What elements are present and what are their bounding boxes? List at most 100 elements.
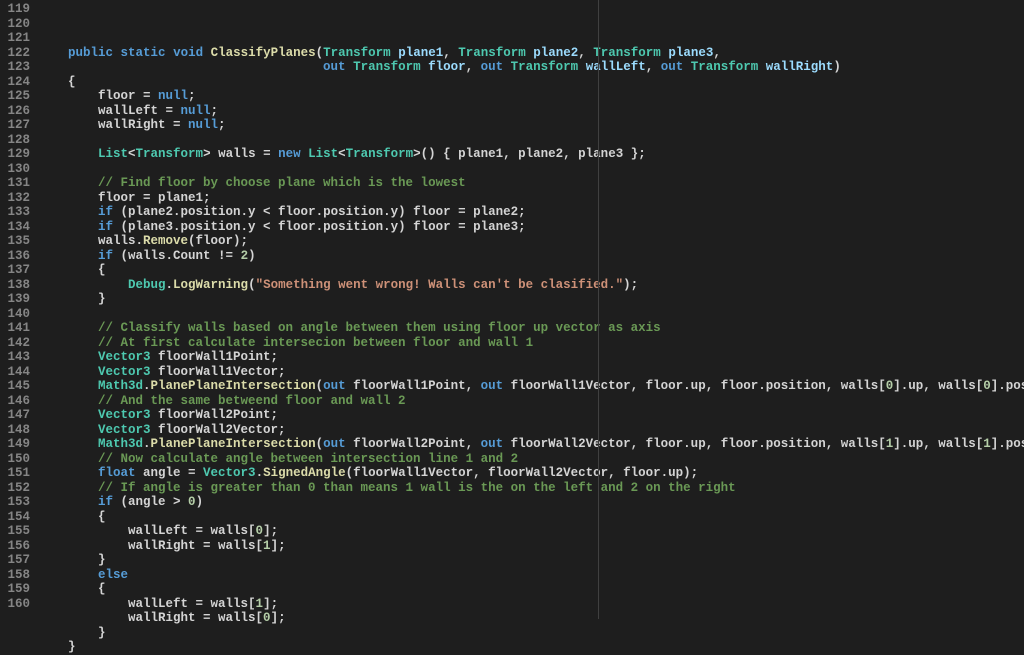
token-id: floorWall2Point; [151,408,279,422]
line-number: 136 [4,249,30,264]
code-line[interactable]: } [38,553,1024,568]
token-kw: if [98,205,113,219]
token-pun: ; [188,89,196,103]
code-line[interactable]: // And the same betweend floor and wall … [38,394,1024,409]
token-num: 0 [983,379,991,393]
token-kw: new [278,147,301,161]
token-id: ].position); [991,437,1024,451]
token-kw: null [188,118,218,132]
code-line[interactable] [38,162,1024,177]
line-number: 134 [4,220,30,235]
line-number: 133 [4,205,30,220]
code-line[interactable]: { [38,263,1024,278]
code-line[interactable]: { [38,510,1024,525]
token-id: wallLeft = [38,104,181,118]
code-line[interactable]: wallRight = walls[0]; [38,611,1024,626]
token-kw: out [323,437,346,451]
token-kw: void [173,46,203,60]
code-line[interactable]: List<Transform> walls = new List<Transfo… [38,147,1024,162]
token-kw: out [481,60,504,74]
code-line[interactable]: wallLeft = walls[1]; [38,597,1024,612]
code-line[interactable]: Vector3 floorWall1Vector; [38,365,1024,380]
token-pun: . [256,466,264,480]
code-line[interactable] [38,133,1024,148]
line-number: 124 [4,75,30,90]
code-line[interactable]: if (angle > 0) [38,495,1024,510]
code-line[interactable]: out Transform floor, out Transform wallL… [38,60,1024,75]
token-id: floorWall1Point; [151,350,279,364]
token-id [38,278,128,292]
code-line[interactable]: wallRight = null; [38,118,1024,133]
code-line[interactable]: Math3d.PlanePlaneIntersection(out floorW… [38,437,1024,452]
code-line[interactable]: Math3d.PlanePlaneIntersection(out floorW… [38,379,1024,394]
token-id [38,495,98,509]
token-id [38,46,68,60]
token-id [203,46,211,60]
line-number: 146 [4,394,30,409]
line-number: 125 [4,89,30,104]
code-line[interactable]: Vector3 floorWall2Point; [38,408,1024,423]
line-number: 149 [4,437,30,452]
token-parm: plane3 [668,46,713,60]
token-id: > walls = [203,147,278,161]
token-id: (plane2.position.y < floor.position.y) f… [113,205,526,219]
token-id: floorWall2Vector, floor.up, floor.positi… [503,437,886,451]
token-id [38,437,98,451]
code-line[interactable]: Vector3 floorWall1Point; [38,350,1024,365]
code-line[interactable] [38,307,1024,322]
code-line[interactable]: walls.Remove(floor); [38,234,1024,249]
token-num: 1 [256,597,264,611]
token-type: Transform [346,147,414,161]
token-parm: wallLeft [586,60,646,74]
code-line[interactable]: } [38,292,1024,307]
token-fn: ClassifyPlanes [211,46,316,60]
token-pun: } [38,626,106,640]
code-editor[interactable]: 1191201211221231241251261271281291301311… [0,0,1024,619]
line-number: 129 [4,147,30,162]
token-id [758,60,766,74]
token-type: Vector3 [203,466,256,480]
code-line[interactable]: Vector3 floorWall2Vector; [38,423,1024,438]
code-line[interactable]: } [38,640,1024,655]
code-line[interactable]: // At first calculate intersecion betwee… [38,336,1024,351]
code-line[interactable]: wallRight = walls[1]; [38,539,1024,554]
token-id [38,350,98,364]
code-line[interactable]: // Now calculate angle between intersect… [38,452,1024,467]
code-line[interactable]: if (walls.Count != 2) [38,249,1024,264]
token-pun: { [38,75,76,89]
code-line[interactable]: if (plane2.position.y < floor.position.y… [38,205,1024,220]
code-line[interactable]: { [38,75,1024,90]
line-number: 159 [4,582,30,597]
code-line[interactable]: wallLeft = null; [38,104,1024,119]
token-pun: ( [248,278,256,292]
code-line[interactable]: wallLeft = walls[0]; [38,524,1024,539]
token-pun: ; [211,104,219,118]
code-line[interactable]: // Classify walls based on angle between… [38,321,1024,336]
code-line[interactable]: // Find floor by choose plane which is t… [38,176,1024,191]
code-line[interactable]: { [38,582,1024,597]
code-area[interactable]: public static void ClassifyPlanes(Transf… [38,0,1024,619]
code-line[interactable]: // If angle is greater than 0 than means… [38,481,1024,496]
token-id [38,220,98,234]
token-parm: wallRight [766,60,834,74]
token-type: Transform [353,60,421,74]
code-line[interactable]: Debug.LogWarning("Something went wrong! … [38,278,1024,293]
token-num: 1 [263,539,271,553]
token-pun: . [143,437,151,451]
code-line[interactable]: if (plane3.position.y < floor.position.y… [38,220,1024,235]
token-parm: plane1 [398,46,443,60]
token-fn: PlanePlaneIntersection [151,437,316,451]
code-line[interactable]: float angle = Vector3.SignedAngle(floorW… [38,466,1024,481]
token-id [38,147,98,161]
token-kw: static [121,46,166,60]
token-pun: . [143,379,151,393]
line-number: 122 [4,46,30,61]
token-id: (floorWall1Vector, floorWall2Vector, flo… [346,466,699,480]
code-line[interactable]: else [38,568,1024,583]
code-line[interactable]: floor = null; [38,89,1024,104]
token-type: Vector3 [98,365,151,379]
code-line[interactable]: } [38,626,1024,641]
line-number: 154 [4,510,30,525]
code-line[interactable]: public static void ClassifyPlanes(Transf… [38,46,1024,61]
code-line[interactable]: floor = plane1; [38,191,1024,206]
